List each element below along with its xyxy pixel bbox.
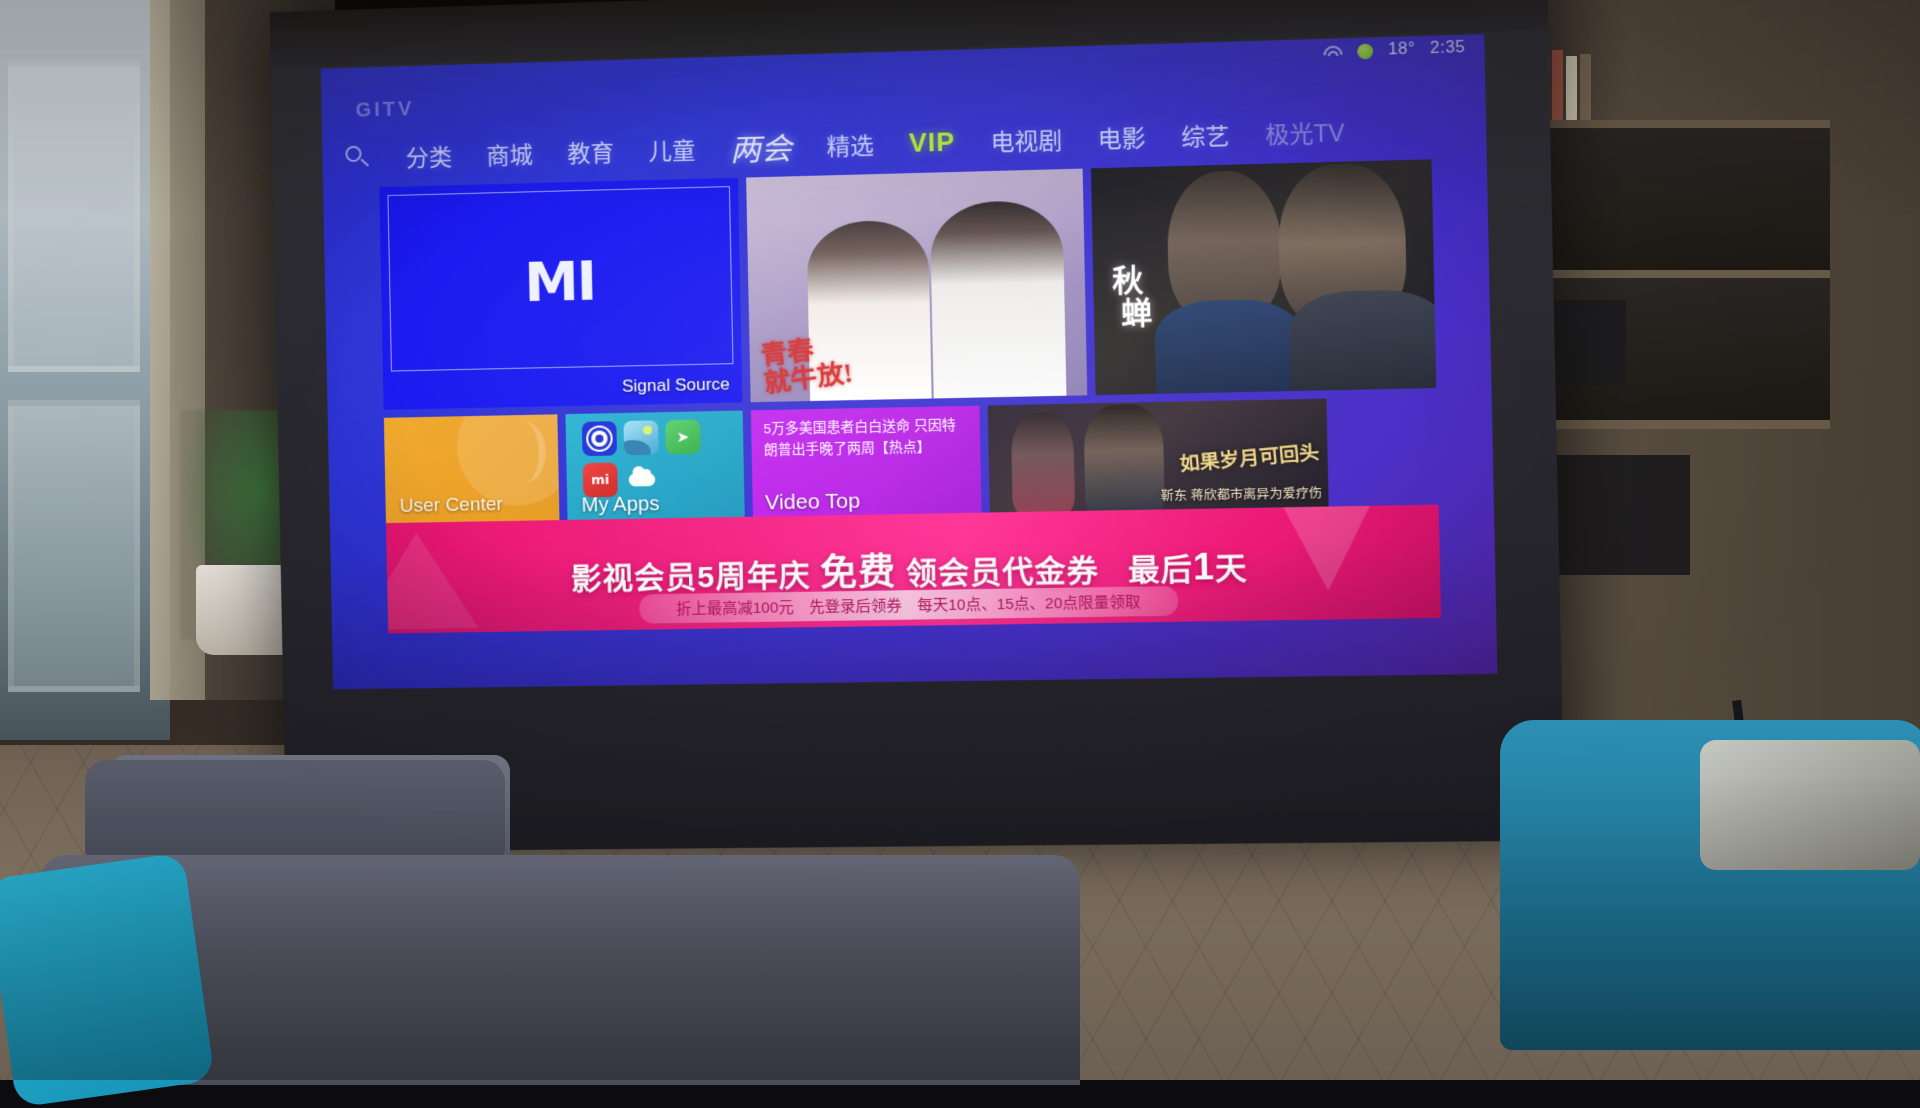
rocket-icon[interactable]: ➤: [665, 419, 700, 454]
promo-subtitle: 靳东 蒋欣都市离异为爱疗伤: [1161, 482, 1323, 504]
nav-item-movies[interactable]: 电影: [1079, 118, 1163, 155]
poster2-body-right: [1288, 289, 1436, 391]
projector-screen: 18° 2:35 GITV 分类 商城 教育 儿童 两会 精选 VIP 电视剧 …: [270, 0, 1565, 852]
gitv-logo: GITV: [355, 98, 414, 123]
nav-item-categories[interactable]: 分类: [388, 138, 469, 174]
cloud-icon[interactable]: [624, 462, 659, 497]
content-row-top: MI Signal Source 青春 就牛放!: [379, 159, 1436, 409]
tile-my-apps[interactable]: ➤ mi My Apps: [565, 411, 744, 523]
promo-banner[interactable]: 影视会员5周年庆 免费 领会员代金券 最后1天 折上最高减100元 先登录后领券…: [386, 505, 1441, 634]
nav-item-tv-series[interactable]: 电视剧: [973, 121, 1081, 159]
window: [0, 0, 170, 740]
nav-item-featured[interactable]: 精选: [809, 126, 892, 163]
tile-signal-source-label: Signal Source: [622, 374, 730, 396]
poster2-title: 秋 蝉: [1108, 265, 1153, 330]
app-icon-grid: ➤ mi: [582, 419, 702, 497]
tile-video-top[interactable]: 5万多美国患者白白送命 只因特 朗普出手晚了两周【热点】 Video Top: [751, 406, 982, 520]
poster-figure-male: [930, 200, 1067, 399]
news-line-2: 朗普出手晚了两周【热点】: [764, 436, 970, 461]
news-line-1: 5万多美国患者白白送命 只因特: [763, 415, 969, 440]
green-dot-icon: [1357, 43, 1373, 59]
video-top-news: 5万多美国患者白白送命 只因特 朗普出手晚了两周【热点】: [763, 415, 970, 462]
tile-user-center-label: User Center: [400, 494, 504, 518]
tile-promo-drama[interactable]: 如果岁月可回头 靳东 蒋欣都市离异为爱疗伤: [988, 399, 1329, 516]
tv-home-screen[interactable]: 18° 2:35 GITV 分类 商城 教育 儿童 两会 精选 VIP 电视剧 …: [321, 34, 1498, 689]
settings-icon[interactable]: [582, 421, 617, 456]
temperature-text: 18°: [1388, 40, 1416, 59]
nav-item-aurora-tv[interactable]: 极光TV: [1247, 113, 1363, 151]
nav-item-education[interactable]: 教育: [550, 133, 632, 169]
tile-my-apps-label: My Apps: [581, 493, 659, 518]
status-bar: 18° 2:35: [1323, 39, 1465, 62]
nav-item-store[interactable]: 商城: [469, 135, 551, 171]
tile-video-top-label: Video Top: [765, 489, 861, 515]
content-grid: MI Signal Source 青春 就牛放!: [379, 159, 1438, 526]
tile-user-center[interactable]: User Center: [384, 414, 560, 526]
banner-suffix-number: 1: [1192, 545, 1215, 587]
couch-back: [85, 760, 505, 870]
poster2-body-left: [1154, 298, 1303, 393]
nav-item-lianghui[interactable]: 两会: [712, 123, 809, 170]
banner-suffix-label: 最后: [1128, 553, 1194, 588]
wifi-icon: [1324, 45, 1343, 59]
banner-suffix-unit: 天: [1215, 552, 1248, 586]
poster-calligraphy: 青春 就牛放!: [759, 332, 854, 398]
banner-highlight: 免费: [820, 551, 897, 594]
blanket: [1700, 740, 1920, 870]
banner-middle: 领会员代金券: [906, 555, 1100, 592]
gallery-icon[interactable]: [623, 420, 658, 455]
nav-item-kids[interactable]: 儿童: [631, 131, 713, 168]
banner-prefix: 影视会员5周年庆: [571, 559, 811, 596]
tile-poster-drama-1[interactable]: 青春 就牛放!: [746, 169, 1087, 403]
mi-store-icon[interactable]: mi: [583, 463, 618, 498]
promo-figure-right: [1083, 404, 1165, 514]
clock-text: 2:35: [1430, 39, 1466, 59]
promo-figure-left: [1011, 412, 1075, 515]
nav-item-variety[interactable]: 综艺: [1163, 116, 1248, 153]
throw-pillow: [0, 852, 215, 1108]
promo-title: 如果岁月可回头: [1178, 437, 1320, 477]
tile-poster-drama-2[interactable]: 秋 蝉: [1091, 159, 1436, 395]
search-icon[interactable]: [342, 142, 373, 173]
mi-logo: MI: [524, 248, 596, 313]
tile-signal-source[interactable]: MI Signal Source: [379, 178, 742, 410]
nav-item-vip[interactable]: VIP: [891, 125, 973, 159]
